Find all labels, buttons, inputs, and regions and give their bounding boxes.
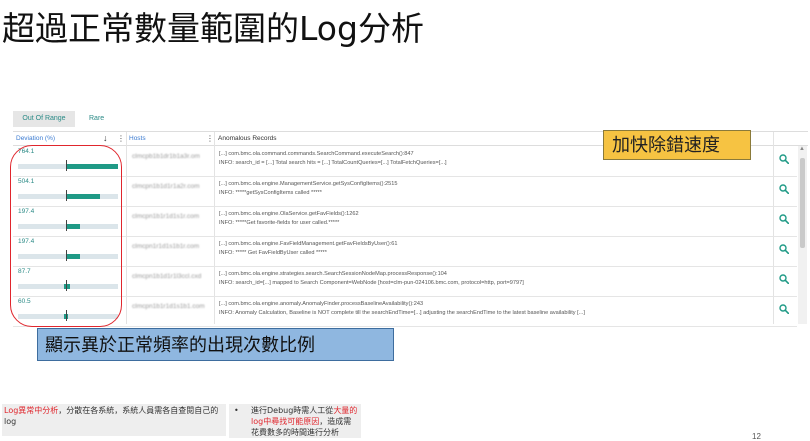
record-message-line: INFO: *****getSysConfigItems called ****… bbox=[219, 190, 322, 196]
record-source-line: [...] com.bmc.ola.engine.ManagementServi… bbox=[219, 181, 398, 187]
table-row[interactable]: 504.1 clmcpn1b1d1r1a2r.com [...] com.bmc.o… bbox=[13, 176, 797, 207]
footer-left-highlight: Log異常中分析 bbox=[4, 406, 59, 415]
table-row[interactable]: 197.4 clmcpn1b1r1d1s1r.com [...] com.bmc.o… bbox=[13, 206, 797, 237]
host-name[interactable]: clmcpn1b1d1r1l3ccl.cxd bbox=[132, 273, 201, 280]
host-name[interactable]: clmcpb1b1dr1b1a3r.om bbox=[132, 153, 200, 160]
vertical-scrollbar[interactable]: ▲ bbox=[798, 146, 807, 324]
callout-abnormal-frequency: 顯示異於正常頻率的出現次數比例 bbox=[37, 328, 394, 361]
record-message-line: INFO: Anomaly Calculation, Baseline is N… bbox=[219, 310, 585, 316]
record-message-line: INFO: ***** Get FavFieldByUser called **… bbox=[219, 250, 327, 256]
host-name[interactable]: clmcpn1b1r1d1s1r.com bbox=[132, 213, 199, 220]
col-deviation-header[interactable]: Deviation (%) bbox=[16, 135, 55, 142]
col-records-header: Anomalous Records bbox=[218, 135, 277, 142]
tab-rare[interactable]: Rare bbox=[81, 111, 112, 127]
footer-note-right: • 進行Debug時需人工從大量的log中尋找可能原因，造成需花費數多的時間進行… bbox=[229, 404, 361, 438]
scroll-thumb[interactable] bbox=[800, 158, 805, 248]
footer-note-left: Log異常中分析，分散在各系統，系統人員需各自查閱自己的log bbox=[2, 404, 226, 436]
column-menu-icon[interactable]: ⋮ bbox=[206, 134, 214, 143]
search-icon[interactable] bbox=[779, 274, 789, 284]
search-icon[interactable] bbox=[779, 304, 789, 314]
table-row[interactable]: 60.5 clmcpn1b1r1d1s1b1.com [...] com.bmc.o… bbox=[13, 296, 797, 327]
host-name[interactable]: clmcpn1b1r1d1s1b1.com bbox=[132, 303, 205, 310]
record-message-line: INFO: search_id=[...] mapped to Search C… bbox=[219, 280, 524, 286]
callout-faster-debugging: 加快除錯速度 bbox=[603, 130, 751, 160]
record-message-line: INFO: search_id = [...] Total search hit… bbox=[219, 160, 447, 166]
search-icon[interactable] bbox=[779, 214, 789, 224]
search-icon[interactable] bbox=[779, 184, 789, 194]
host-name[interactable]: clmcpn1b1d1r1a2r.com bbox=[132, 183, 200, 190]
record-source-line: [...] com.bmc.ola.engine.anomaly.Anomaly… bbox=[219, 301, 424, 307]
bullet: • bbox=[234, 406, 239, 415]
host-name[interactable]: clmcpn1r1d1s1b1r.com bbox=[132, 243, 199, 250]
tab-bar: Out Of Range Rare bbox=[13, 111, 112, 127]
footer-right-text-pre: 進行Debug時需人工從 bbox=[251, 406, 334, 415]
sort-arrow-down-icon[interactable]: ↓ bbox=[103, 133, 108, 143]
scroll-up-icon[interactable]: ▲ bbox=[799, 146, 805, 152]
highlight-ellipse bbox=[10, 145, 122, 327]
search-icon[interactable] bbox=[779, 244, 789, 254]
col-hosts-header[interactable]: Hosts bbox=[129, 135, 146, 142]
page-number: 12 bbox=[752, 432, 761, 441]
table-row[interactable]: 87.7 clmcpn1b1d1r1l3ccl.cxd [...] com.bmc.… bbox=[13, 266, 797, 297]
record-message-line: INFO: *****Get favorite-fields for user … bbox=[219, 220, 340, 226]
record-source-line: [...] com.bmc.ola.engine.strategies.sear… bbox=[219, 271, 447, 277]
table-row[interactable]: 197.4 clmcpn1r1d1s1b1r.com [...] com.bmc.o… bbox=[13, 236, 797, 267]
record-source-line: [...] com.bmc.ola.engine.FavFieldManagem… bbox=[219, 241, 398, 247]
record-source-line: [...] com.bmc.ola.engine.OlaService.getF… bbox=[219, 211, 359, 217]
search-icon[interactable] bbox=[779, 154, 789, 164]
tab-out-of-range[interactable]: Out Of Range bbox=[13, 111, 75, 127]
slide-title: 超過正常數量範圍的Log分析 bbox=[2, 9, 424, 48]
column-menu-icon[interactable]: ⋮ bbox=[117, 134, 125, 143]
record-source-line: [...] com.bmc.ola.command.commands.Searc… bbox=[219, 151, 414, 157]
